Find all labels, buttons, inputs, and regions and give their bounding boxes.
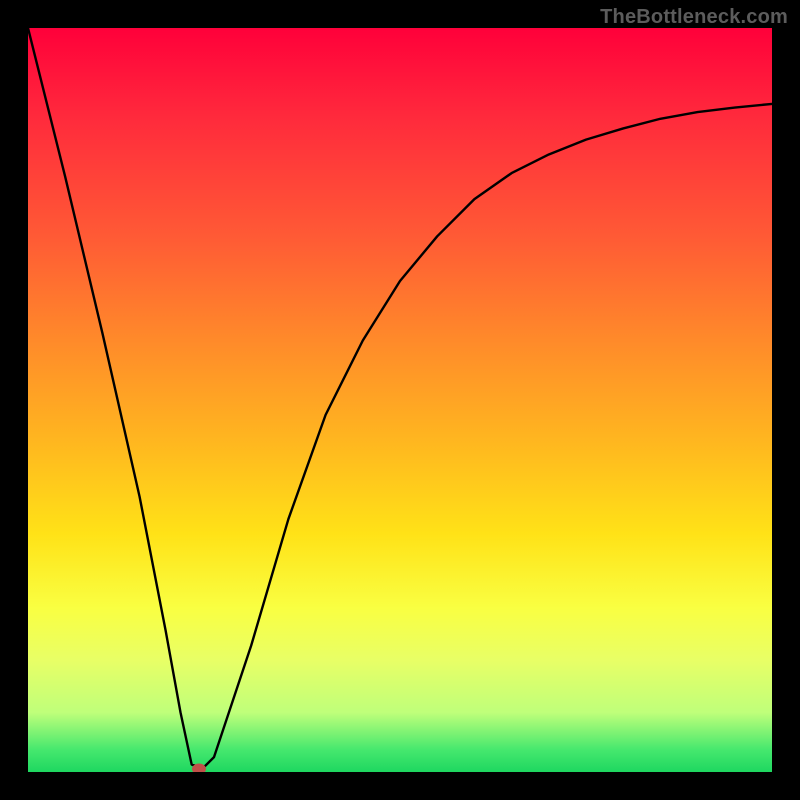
optimal-point-marker [192, 764, 206, 772]
watermark-text: TheBottleneck.com [600, 6, 788, 29]
chart-frame: TheBottleneck.com [0, 0, 800, 800]
plot-area [28, 28, 772, 772]
curve-path [28, 28, 772, 768]
bottleneck-curve [28, 28, 772, 772]
